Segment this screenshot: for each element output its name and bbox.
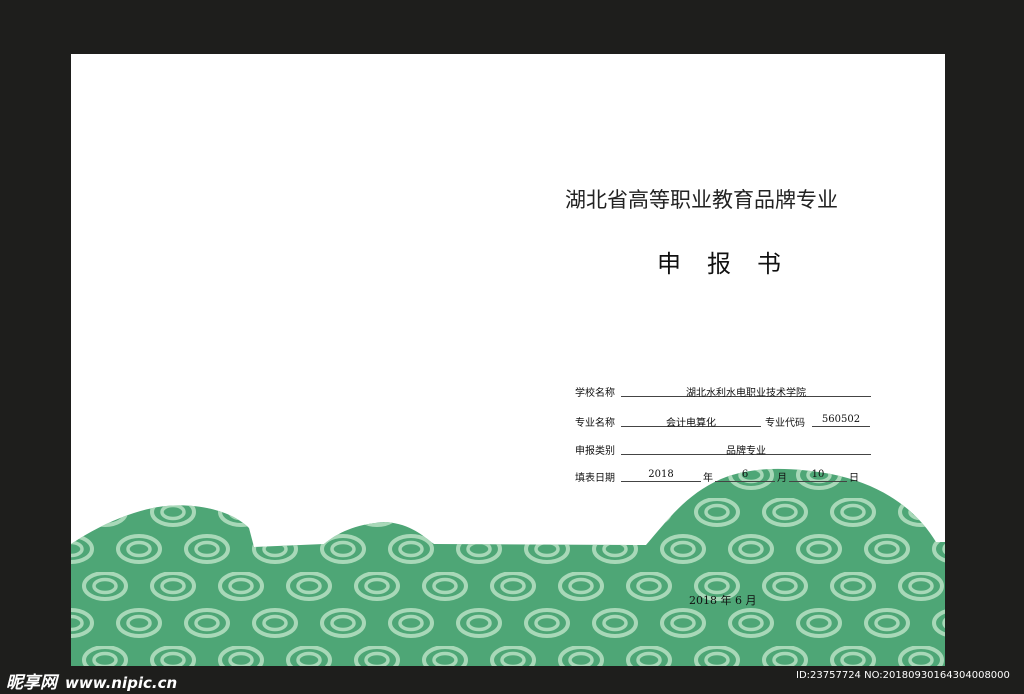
code-value: 560502 xyxy=(812,414,870,427)
date-month: 6 xyxy=(715,469,775,482)
watermark-id: ID:23757724 NO:20180930164304008000 xyxy=(796,670,1010,681)
date-year-unit: 年 xyxy=(703,473,713,484)
green-hills-decoration xyxy=(71,468,945,666)
category-value: 品牌专业 xyxy=(621,442,871,457)
date-label: 填表日期 xyxy=(575,473,615,484)
category-label: 申报类别 xyxy=(575,446,615,457)
date-day: 10 xyxy=(789,469,847,482)
code-label: 专业代码 xyxy=(765,418,805,429)
document-title: 湖北省高等职业教育品牌专业 xyxy=(565,188,838,212)
major-value: 会计电算化 xyxy=(621,414,761,429)
footer-date: 2018 年 6 月 xyxy=(689,594,757,607)
document-subtitle: 申报书 xyxy=(657,250,807,278)
screen: { "title": "湖北省高等职业教育品牌专业", "subtitle": … xyxy=(0,0,1024,694)
date-year: 2018 xyxy=(621,469,701,482)
watermark-logo-text: 昵享网 xyxy=(6,673,57,693)
cover-page: 湖北省高等职业教育品牌专业 申报书 学校名称 湖北水利水电职业技术学院 专业名称… xyxy=(71,54,945,666)
ring-pattern xyxy=(71,468,945,666)
school-label: 学校名称 xyxy=(575,388,615,399)
watermark-url: www.nipic.cn xyxy=(65,674,178,692)
date-day-unit: 日 xyxy=(849,473,859,484)
school-value: 湖北水利水电职业技术学院 xyxy=(621,384,871,399)
date-month-unit: 月 xyxy=(777,473,787,484)
major-label: 专业名称 xyxy=(575,418,615,429)
watermark-logo: 昵享网 www.nipic.cn xyxy=(6,668,177,693)
